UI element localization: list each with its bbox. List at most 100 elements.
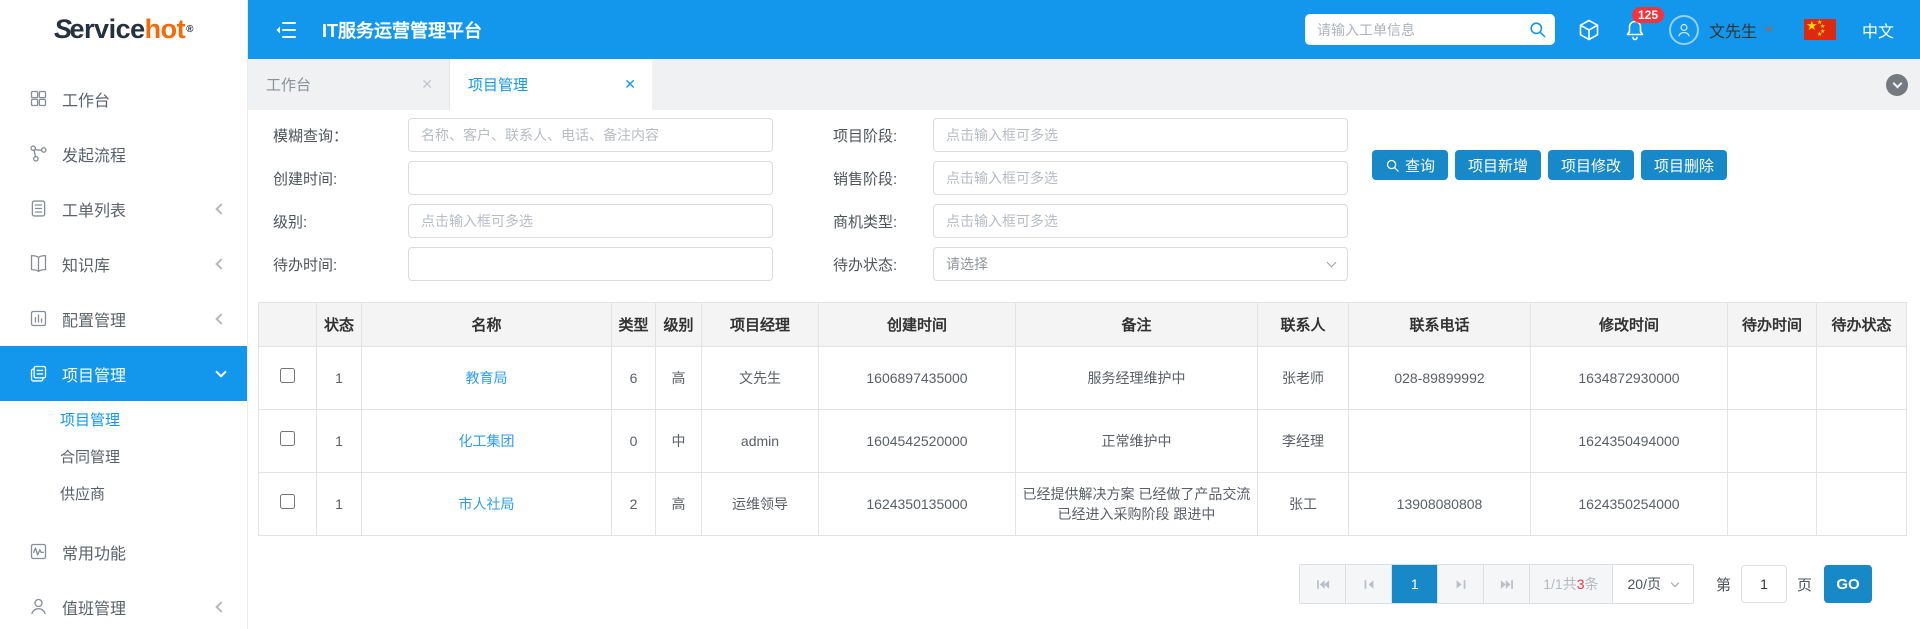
page-size-select[interactable]: 20/页 (1612, 565, 1693, 603)
column-header: 创建时间 (818, 302, 1016, 347)
table-cell-contact: 张工 (1257, 472, 1349, 536)
row-checkbox[interactable] (280, 493, 295, 509)
prev-page-icon (1364, 579, 1374, 589)
tab-list-toggle[interactable] (1886, 73, 1908, 96)
table-cell-todo_time (1727, 346, 1817, 410)
first-page-button[interactable] (1300, 565, 1347, 603)
next-page-icon (1456, 579, 1466, 589)
sidebar-item-start-flow[interactable]: 发起流程 (0, 126, 247, 181)
table-cell-contact: 张老师 (1257, 346, 1349, 410)
todo-status-select[interactable]: 请选择 (933, 247, 1348, 281)
table-cell-todo_status (1816, 346, 1907, 410)
project-name-link[interactable]: 教育局 (361, 346, 612, 410)
sidebar-item-projects[interactable]: 项目管理 (0, 346, 247, 401)
sidebar-item-label: 项目管理 (62, 367, 127, 385)
opportunity-type-input[interactable] (933, 204, 1348, 238)
close-icon[interactable]: ✕ (624, 76, 636, 93)
sidebar-item-label: 工作台 (62, 92, 111, 110)
sidebar-subitem-supplier[interactable]: 供应商 (0, 475, 247, 512)
table-cell-status: 1 (316, 472, 362, 536)
sidebar-item-worklist[interactable]: 工单列表 (0, 181, 247, 236)
sidebar-item-label: 知识库 (62, 257, 111, 275)
level-multiselect-input[interactable] (408, 204, 773, 238)
sidebar-item-knowledge[interactable]: 知识库 (0, 236, 247, 291)
config-icon (30, 310, 47, 327)
tab-workbench[interactable]: 工作台 ✕ (248, 59, 450, 110)
chevron-left-icon (215, 202, 227, 215)
sidebar-item-duty-mgmt[interactable]: 值班管理 (0, 579, 247, 629)
sidebar-subitem-contract-mgmt[interactable]: 合同管理 (0, 438, 247, 475)
worklist-icon (31, 200, 46, 217)
chevron-down-icon (1892, 78, 1902, 88)
project-stage-input[interactable] (933, 118, 1348, 152)
project-icon (30, 365, 47, 382)
table-cell-type: 2 (611, 472, 656, 536)
table-cell-level: 高 (655, 346, 702, 410)
create-time-input[interactable] (408, 161, 773, 195)
language-switcher[interactable]: 中文 (1862, 18, 1894, 42)
todo-time-input[interactable] (408, 247, 773, 281)
row-checkbox-cell (258, 472, 317, 536)
project-name-link[interactable]: 化工集团 (361, 409, 612, 473)
user-menu[interactable]: 文先生 (1709, 18, 1774, 42)
table-cell-manager: 运维领导 (701, 472, 819, 536)
sidebar-item-label: 发起流程 (62, 147, 127, 165)
project-name-link[interactable]: 市人社局 (361, 472, 612, 536)
fuzzy-search-input[interactable] (408, 118, 773, 152)
flow-icon (30, 145, 47, 162)
table-cell-level: 高 (655, 472, 702, 536)
search-icon[interactable] (1528, 20, 1547, 39)
table-cell-created: 1604542520000 (818, 409, 1016, 473)
todo-time-label: 待办时间: (273, 256, 338, 274)
record-count: 3 (1576, 576, 1585, 592)
column-header: 待办状态 (1816, 302, 1907, 347)
table-cell-remark: 正常维护中 (1015, 409, 1258, 473)
sales-stage-label: 销售阶段: (833, 170, 898, 188)
column-header: 状态 (316, 302, 362, 347)
sidebar-item-config[interactable]: 配置管理 (0, 291, 247, 346)
last-page-button[interactable] (1484, 565, 1531, 603)
jump-prefix-label: 第 (1715, 576, 1731, 594)
chevron-left-icon (215, 257, 227, 270)
table-cell-remark: 服务经理维护中 (1015, 346, 1258, 410)
prev-page-button[interactable] (1346, 565, 1393, 603)
project-delete-button[interactable]: 项目删除 (1641, 150, 1728, 180)
page-title: IT服务运营管理平台 (322, 20, 482, 41)
table-cell-manager: 文先生 (701, 346, 819, 410)
column-header: 项目经理 (701, 302, 819, 347)
table-row: 1 教育局 6 高文先生 1606897435000 服务经理维护中 张老师 028-8989… (258, 346, 1907, 410)
page-number-1[interactable]: 1 (1392, 565, 1439, 603)
column-header: 备注 (1015, 302, 1258, 347)
column-header: 待办时间 (1727, 302, 1817, 347)
chevron-down-icon (215, 365, 227, 378)
close-icon[interactable]: ✕ (421, 76, 433, 93)
project-add-button[interactable]: 项目新增 (1455, 150, 1542, 180)
notification-bell-icon[interactable]: 125 (1623, 6, 1664, 42)
project-edit-button[interactable]: 项目修改 (1548, 150, 1635, 180)
sidebar-subitem-project-mgmt[interactable]: 项目管理 (0, 401, 247, 438)
query-button[interactable]: 查询 (1372, 150, 1449, 180)
jump-page-input[interactable] (1740, 565, 1787, 603)
row-checkbox-cell (258, 346, 317, 410)
package-icon[interactable] (1577, 18, 1601, 42)
row-checkbox[interactable] (280, 430, 295, 446)
user-avatar[interactable] (1668, 14, 1699, 45)
table-cell-todo_time (1727, 472, 1817, 536)
chevron-left-icon (215, 600, 227, 613)
menu-fold-icon[interactable] (274, 18, 298, 42)
table-cell-modified: 1624350494000 (1530, 409, 1728, 473)
todo-status-label: 待办状态: (833, 256, 898, 274)
go-button[interactable]: GO (1824, 565, 1872, 603)
sidebar-item-workbench[interactable]: 工作台 (0, 71, 247, 126)
next-page-button[interactable] (1438, 565, 1485, 603)
table-row: 1 化工集团 0 中 admin 1604542520000 正常维护中 李经理 1624350… (258, 409, 1907, 473)
grid-icon (30, 90, 47, 107)
row-checkbox[interactable] (280, 367, 295, 383)
sidebar-item-common-functions[interactable]: 常用功能 (0, 524, 247, 579)
table-cell-todo_time (1727, 409, 1817, 473)
tab-project-mgmt[interactable]: 项目管理 ✕ (450, 59, 652, 110)
search-input[interactable] (1316, 21, 1528, 38)
fuzzy-search-label: 模糊查询： (273, 127, 349, 145)
sales-stage-input[interactable] (933, 161, 1348, 195)
project-stage-label: 项目阶段: (833, 127, 898, 145)
